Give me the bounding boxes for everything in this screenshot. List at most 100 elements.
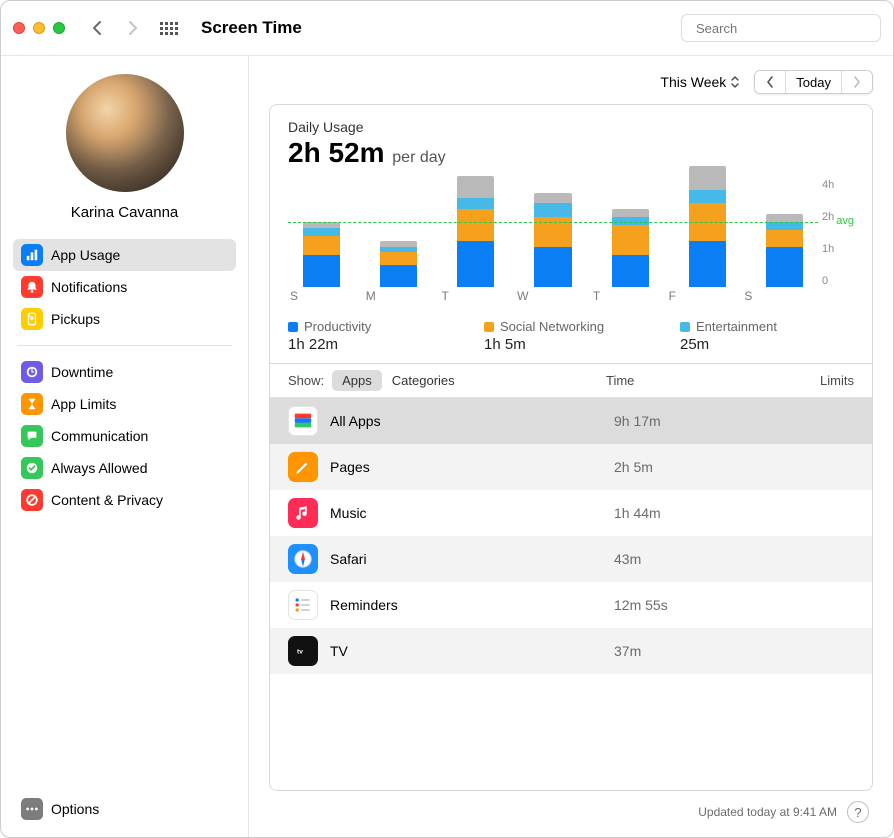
stacked-bar	[380, 241, 417, 287]
table-row[interactable]: Safari43m	[270, 536, 872, 582]
y-axis: 4h2h1h0	[822, 179, 854, 287]
bar-segment-productivity	[380, 265, 417, 287]
ellipsis-icon	[21, 798, 43, 820]
table-header: Show: Apps Categories Time Limits	[270, 364, 872, 398]
table-row[interactable]: Pages2h 5m	[270, 444, 872, 490]
bar-slot[interactable]	[365, 241, 432, 287]
sidebar-item-downtime[interactable]: Downtime	[13, 356, 236, 388]
bar-slot[interactable]	[674, 166, 741, 287]
col-limits-header: Limits	[774, 373, 854, 388]
sidebar-item-label: App Limits	[51, 396, 116, 412]
bar-segment-productivity	[689, 241, 726, 287]
chat-icon	[21, 425, 43, 447]
sidebar-item-app-limits[interactable]: App Limits	[13, 388, 236, 420]
table-row[interactable]: Reminders12m 55s	[270, 582, 872, 628]
zoom-window-button[interactable]	[53, 22, 65, 34]
table-body[interactable]: All Apps9h 17mPages2h 5mMusic1h 44mSafar…	[270, 398, 872, 790]
usage-panel: Daily Usage 2h 52m per day 4h2h1h0 avg S…	[269, 104, 873, 791]
window-title: Screen Time	[201, 18, 302, 38]
sidebar-item-notifications[interactable]: Notifications	[13, 271, 236, 303]
date-controls: This Week Today	[269, 70, 873, 94]
bar-slot[interactable]	[597, 209, 664, 287]
avg-line	[288, 222, 818, 223]
sidebar-item-app-usage[interactable]: App Usage	[13, 239, 236, 271]
footer: Updated today at 9:41 AM ?	[269, 791, 873, 823]
sidebar-item-communication[interactable]: Communication	[13, 420, 236, 452]
user-avatar[interactable]	[66, 74, 184, 192]
bar-segment-other	[534, 193, 571, 204]
app-icon: tv	[288, 636, 318, 666]
app-time: 37m	[614, 643, 774, 659]
bar-segment-entertainment	[457, 198, 494, 209]
bar-slot[interactable]	[520, 193, 587, 287]
all-prefs-button[interactable]	[155, 14, 183, 42]
x-tick: M	[364, 289, 440, 309]
close-window-button[interactable]	[13, 22, 25, 34]
sidebar-item-label: Always Allowed	[51, 460, 148, 476]
show-toggle: Apps Categories	[332, 370, 465, 391]
legend-swatch	[680, 322, 690, 332]
next-day-button[interactable]	[841, 71, 872, 93]
avg-label: avg	[836, 215, 854, 227]
toolbar: Screen Time	[1, 1, 893, 56]
sidebar-item-options[interactable]: Options	[13, 793, 236, 825]
table-row[interactable]: tv TV 37m	[270, 628, 872, 674]
bar-segment-social	[612, 225, 649, 255]
sidebar-item-label: Notifications	[51, 279, 127, 295]
help-button[interactable]: ?	[847, 801, 869, 823]
bar-slot[interactable]	[442, 176, 509, 287]
legend: Productivity1h 22mSocial Networking1h 5m…	[288, 319, 854, 353]
bar-segment-entertainment	[303, 228, 340, 236]
minimize-window-button[interactable]	[33, 22, 45, 34]
x-tick: T	[439, 289, 515, 309]
chart-title: Daily Usage	[288, 119, 854, 135]
prev-day-button[interactable]	[755, 71, 785, 93]
updated-label: Updated today at 9:41 AM	[698, 805, 837, 819]
bar-segment-other	[766, 214, 803, 222]
legend-value: 25m	[680, 336, 854, 353]
back-button[interactable]	[83, 14, 111, 42]
bar-slot[interactable]	[751, 214, 818, 287]
col-time-header: Time	[606, 373, 766, 388]
app-name: TV	[330, 643, 500, 659]
chart-canvas[interactable]: 4h2h1h0 avg SMTWTFS	[288, 179, 854, 309]
sidebar-item-content-privacy[interactable]: Content & Privacy	[13, 484, 236, 516]
chevron-right-icon	[852, 75, 862, 89]
app-icon	[288, 590, 318, 620]
range-popup[interactable]: This Week	[654, 71, 746, 93]
window-controls	[13, 22, 65, 34]
search-input[interactable]	[696, 21, 872, 36]
headline-suffix: per day	[392, 149, 445, 166]
sidebar-item-pickups[interactable]: Pickups	[13, 303, 236, 335]
app-time: 43m	[614, 551, 774, 567]
y-tick: 0	[822, 275, 854, 287]
app-icon	[288, 406, 318, 436]
table-row[interactable]: Music1h 44m	[270, 490, 872, 536]
bars-container	[288, 179, 818, 287]
bars-icon	[21, 244, 43, 266]
sidebar-separator	[17, 345, 232, 346]
stacked-bar	[766, 214, 803, 287]
updown-icon	[730, 75, 740, 89]
toggle-apps[interactable]: Apps	[332, 370, 382, 391]
toggle-categories[interactable]: Categories	[382, 370, 465, 391]
search-field[interactable]	[681, 14, 881, 42]
sidebar-item-always-allowed[interactable]: Always Allowed	[13, 452, 236, 484]
bar-segment-productivity	[612, 255, 649, 287]
moon-icon	[21, 361, 43, 383]
forward-button[interactable]	[119, 14, 147, 42]
bar-slot[interactable]	[288, 222, 355, 287]
headline-value: 2h 52m	[288, 137, 385, 168]
sidebar-item-label: Communication	[51, 428, 148, 444]
table-row[interactable]: All Apps9h 17m	[270, 398, 872, 444]
legend-entry-social: Social Networking1h 5m	[484, 319, 658, 353]
nosign-icon	[21, 489, 43, 511]
show-label: Show:	[288, 373, 324, 388]
chart-area: Daily Usage 2h 52m per day 4h2h1h0 avg S…	[270, 105, 872, 364]
bar-segment-productivity	[303, 255, 340, 287]
bar-segment-other	[689, 166, 726, 190]
legend-label: Entertainment	[696, 319, 777, 334]
today-button[interactable]: Today	[785, 71, 841, 93]
sidebar-item-label: App Usage	[51, 247, 120, 263]
sidebar-item-label: Content & Privacy	[51, 492, 163, 508]
